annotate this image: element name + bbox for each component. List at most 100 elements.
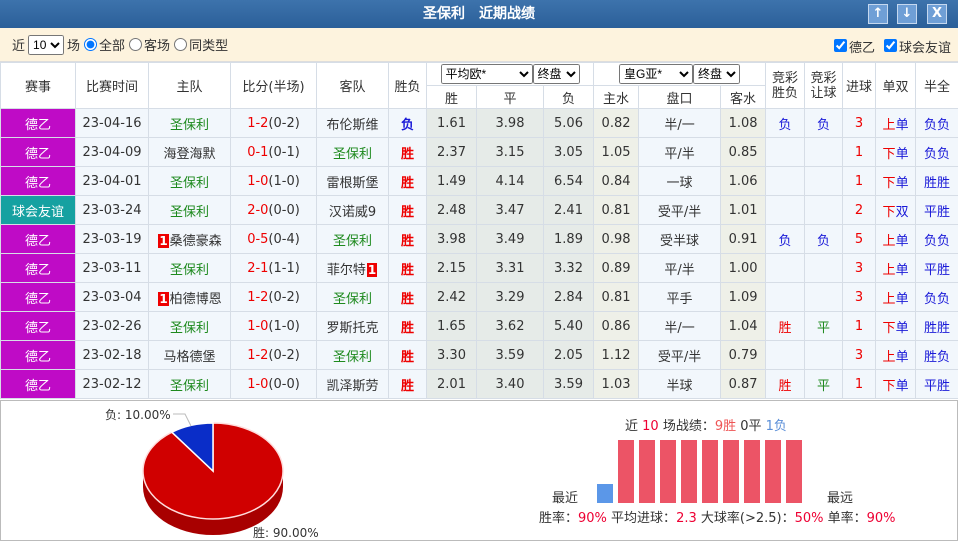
league-cell[interactable]: 德乙	[0, 224, 76, 254]
team-name[interactable]: 圣保利	[333, 234, 372, 249]
ds-part2: 单	[895, 378, 909, 394]
score-cell[interactable]: 1-0(1-0)	[230, 311, 317, 341]
team-name[interactable]: 柏德博恩	[170, 292, 222, 307]
score-cell[interactable]: 1-2(0-2)	[230, 282, 317, 312]
ds-part2: 单	[895, 262, 909, 278]
odds-win: 3.30	[426, 340, 477, 370]
score-cell[interactable]: 1-0(0-0)	[230, 369, 317, 399]
away-team-cell: 罗斯托克	[316, 311, 389, 341]
team-name[interactable]: 圣保利	[333, 292, 372, 307]
radio-same-type[interactable]	[174, 38, 188, 51]
half-full: 平胜	[915, 253, 958, 283]
form-bar-loss	[597, 484, 613, 503]
league-cell[interactable]: 德乙	[0, 369, 76, 399]
red-card-badge: 1	[366, 262, 378, 277]
close-button[interactable]: X	[927, 4, 947, 24]
score-cell[interactable]: 1-2(0-2)	[230, 340, 317, 370]
half-score: (0-4)	[268, 231, 300, 247]
team-name[interactable]: 雷根斯堡	[326, 176, 378, 191]
ds-part1: 下	[882, 146, 896, 162]
score-cell[interactable]: 2-1(1-1)	[230, 253, 317, 283]
team-name[interactable]: 菲尔特	[327, 263, 366, 278]
team-name[interactable]: 圣保利	[170, 321, 209, 336]
away-water: 0.91	[720, 224, 767, 254]
radio-away[interactable]	[129, 38, 143, 51]
league-cell[interactable]: 德乙	[0, 166, 76, 196]
jc-rq	[804, 253, 844, 283]
team-name[interactable]: 桑德豪森	[170, 234, 222, 249]
odds-loss: 2.41	[542, 195, 595, 225]
league-cell[interactable]: 德乙	[0, 340, 76, 370]
away-water: 0.87	[720, 369, 767, 399]
team-name[interactable]: 圣保利	[170, 379, 209, 394]
team-name[interactable]: 海登海默	[163, 147, 215, 162]
home-team-cell: 海登海默	[148, 137, 231, 167]
red-card-badge: 1	[158, 291, 169, 306]
date-cell: 23-02-26	[75, 311, 149, 341]
score-cell[interactable]: 1-0(1-0)	[230, 166, 317, 196]
ds-part1: 上	[882, 291, 896, 307]
odds-draw: 3.98	[476, 108, 544, 138]
form-bar-win	[765, 440, 781, 503]
red-card-badge: 1	[158, 233, 169, 248]
home-water: 0.86	[593, 311, 640, 341]
far-label: 最远	[827, 491, 854, 506]
score-cell[interactable]: 0-5(0-4)	[230, 224, 317, 254]
jc-rq: 负	[804, 108, 844, 138]
half-full: 平胜	[915, 369, 958, 399]
filter-bar: 近 10 场 全部 客场 同类型 德乙 球会友谊	[0, 28, 958, 62]
away-water: 0.79	[720, 340, 767, 370]
scroll-up-button[interactable]: ↑	[868, 4, 888, 24]
odds-draw: 3.59	[476, 340, 544, 370]
team-name[interactable]: 马格德堡	[163, 350, 215, 365]
odds-draw: 4.14	[476, 166, 544, 196]
checkbox-friendly[interactable]: 球会友谊	[880, 37, 951, 56]
team-name[interactable]: 圣保利	[170, 263, 209, 278]
league-cell[interactable]: 球会友谊	[0, 195, 76, 225]
pie-win-label: 胜: 90.00%	[253, 525, 319, 540]
form-bar-win	[639, 440, 655, 503]
radio-all[interactable]	[84, 38, 98, 51]
half-full: 胜胜	[915, 166, 958, 196]
odd-even: 上单	[875, 224, 917, 254]
odds-loss: 2.05	[542, 340, 595, 370]
half-score: (0-0)	[268, 202, 300, 218]
checkbox-bundesliga2[interactable]: 德乙	[830, 37, 875, 56]
team-name[interactable]: 圣保利	[333, 350, 372, 365]
half-full: 负负	[915, 137, 958, 167]
league-cell[interactable]: 德乙	[0, 253, 76, 283]
ds-part2: 单	[895, 175, 909, 191]
home-team-cell: 圣保利	[148, 195, 231, 225]
score-cell[interactable]: 0-1(0-1)	[230, 137, 317, 167]
team-name[interactable]: 凯泽斯劳	[326, 379, 378, 394]
team-name[interactable]: 圣保利	[170, 205, 209, 220]
euro-type-select[interactable]: 终盘	[532, 64, 580, 84]
match-count-select[interactable]: 10	[28, 34, 65, 55]
league-cell[interactable]: 德乙	[0, 108, 76, 138]
league-cell[interactable]: 德乙	[0, 282, 76, 312]
filter-suffix: 场	[67, 39, 81, 54]
header-away-water: 客水	[720, 85, 767, 109]
header-time: 比赛时间	[75, 62, 149, 109]
full-score: 1-0	[247, 318, 269, 334]
team-name[interactable]: 布伦斯维	[326, 118, 378, 133]
team-name[interactable]: 圣保利	[333, 147, 372, 162]
asia-company-select[interactable]: 皇G亚*	[619, 64, 694, 84]
scroll-down-button[interactable]: ↓	[897, 4, 917, 24]
form-summary: 近 10 场战绩：9胜 0平 1负	[625, 419, 787, 434]
score-cell[interactable]: 1-2(0-2)	[230, 108, 317, 138]
asia-type-select[interactable]: 终盘	[693, 64, 741, 84]
filter-prefix: 近	[12, 39, 26, 54]
team-name[interactable]: 汉诺威9	[329, 205, 376, 220]
score-cell[interactable]: 2-0(0-0)	[230, 195, 317, 225]
team-name[interactable]: 罗斯托克	[326, 321, 378, 336]
goals: 2	[842, 195, 877, 225]
ds-part2: 单	[895, 320, 909, 336]
team-name[interactable]: 圣保利	[170, 118, 209, 133]
handicap: 半球	[638, 369, 722, 399]
league-cell[interactable]: 德乙	[0, 137, 76, 167]
home-water: 0.89	[593, 253, 640, 283]
league-cell[interactable]: 德乙	[0, 311, 76, 341]
team-name[interactable]: 圣保利	[170, 176, 209, 191]
euro-company-select[interactable]: 平均欧*	[440, 64, 533, 84]
